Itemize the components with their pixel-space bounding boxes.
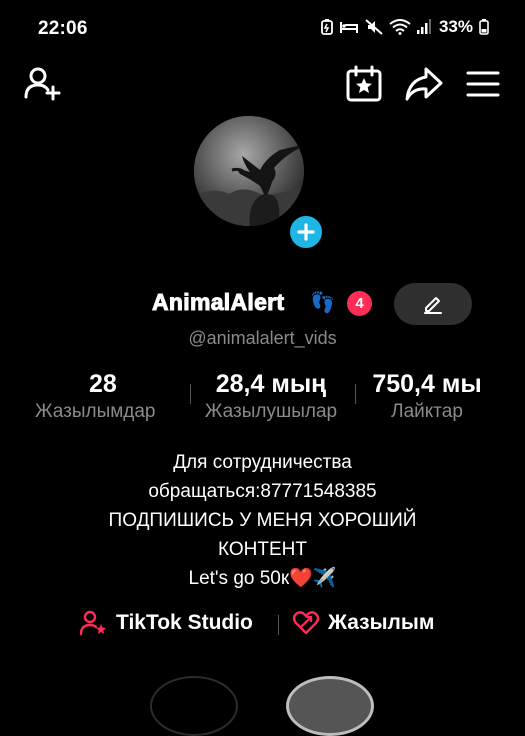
profile-bio: Для сотрудничества обращаться:8777154838… [0,448,525,593]
stat-following-label: Жазылымдар [35,401,156,422]
stat-followers-label: Жазылушылар [204,401,338,422]
status-time: 22:06 [38,18,88,39]
notification-badge[interactable]: 4 [347,291,372,316]
signal-icon [416,19,431,34]
plus-icon [297,223,315,241]
calendar-star-icon [346,65,382,102]
avatar[interactable] [194,116,304,226]
stat-likes-label: Лайктар [391,401,463,422]
highlight-circle[interactable] [150,676,238,736]
highlight-circle[interactable] [286,676,374,736]
stat-following[interactable]: 28 Жазылымдар [22,370,194,423]
status-icons: 33% [321,17,489,37]
name-row: AnimalAlert 👣 4 [0,283,525,327]
hamburger-menu-icon [466,71,500,97]
pencil-icon [424,297,442,314]
mute-icon [365,19,383,35]
bio-line: КОНТЕНТ [218,539,307,560]
bio-line: Для сотрудничества [173,452,352,473]
eagle-avatar-image [194,116,304,226]
edit-profile-button[interactable] [394,283,472,325]
subscriptions-label: Жазылым [328,611,435,634]
profile-links: TikTok Studio Жазылым [0,610,525,640]
bed-icon [339,22,358,33]
profile-handle: @animalalert_vids [188,328,337,348]
wifi-icon [389,19,411,35]
stat-following-value: 28 [89,370,117,398]
battery-saver-icon [321,19,333,35]
stat-followers[interactable]: 28,4 мың Жазылушылар [190,370,352,423]
bio-line: обращаться:87771548385 [148,481,377,502]
profile-stats: 28 Жазылымдар 28,4 мың Жазылушылар 750,4… [0,370,525,430]
tiktok-studio-link[interactable]: TikTok Studio [80,610,253,636]
menu-button[interactable] [464,66,502,102]
bio-line: Let's go 50к❤️✈️ [188,568,337,589]
battery-icon [479,19,489,35]
share-arrow-icon [405,67,443,101]
stat-followers-value: 28,4 мың [215,370,327,398]
studio-person-icon [80,610,106,636]
battery-percent: 33% [438,17,473,36]
stat-likes[interactable]: 750,4 мы Лайктар [354,370,500,423]
profile-username: AnimalAlert [151,289,285,316]
top-bar [0,60,525,110]
add-story-button[interactable] [286,212,326,252]
subscriptions-link[interactable]: Жазылым [292,610,434,636]
tiktok-studio-label: TikTok Studio [116,611,253,634]
heart-link-icon [292,611,320,635]
add-friend-button[interactable] [22,62,64,104]
share-button[interactable] [403,64,445,104]
stat-likes-value: 750,4 мы [372,370,482,398]
bio-line: ПОДПИШИСЬ У МЕНЯ ХОРОШИЙ [108,510,417,531]
add-user-icon [24,67,61,101]
links-divider [278,615,279,635]
status-bar: 22:06 33% [0,0,525,56]
footprints-emoji: 👣 [310,292,335,314]
avatar-container [194,116,330,252]
calendar-button[interactable] [344,64,384,104]
